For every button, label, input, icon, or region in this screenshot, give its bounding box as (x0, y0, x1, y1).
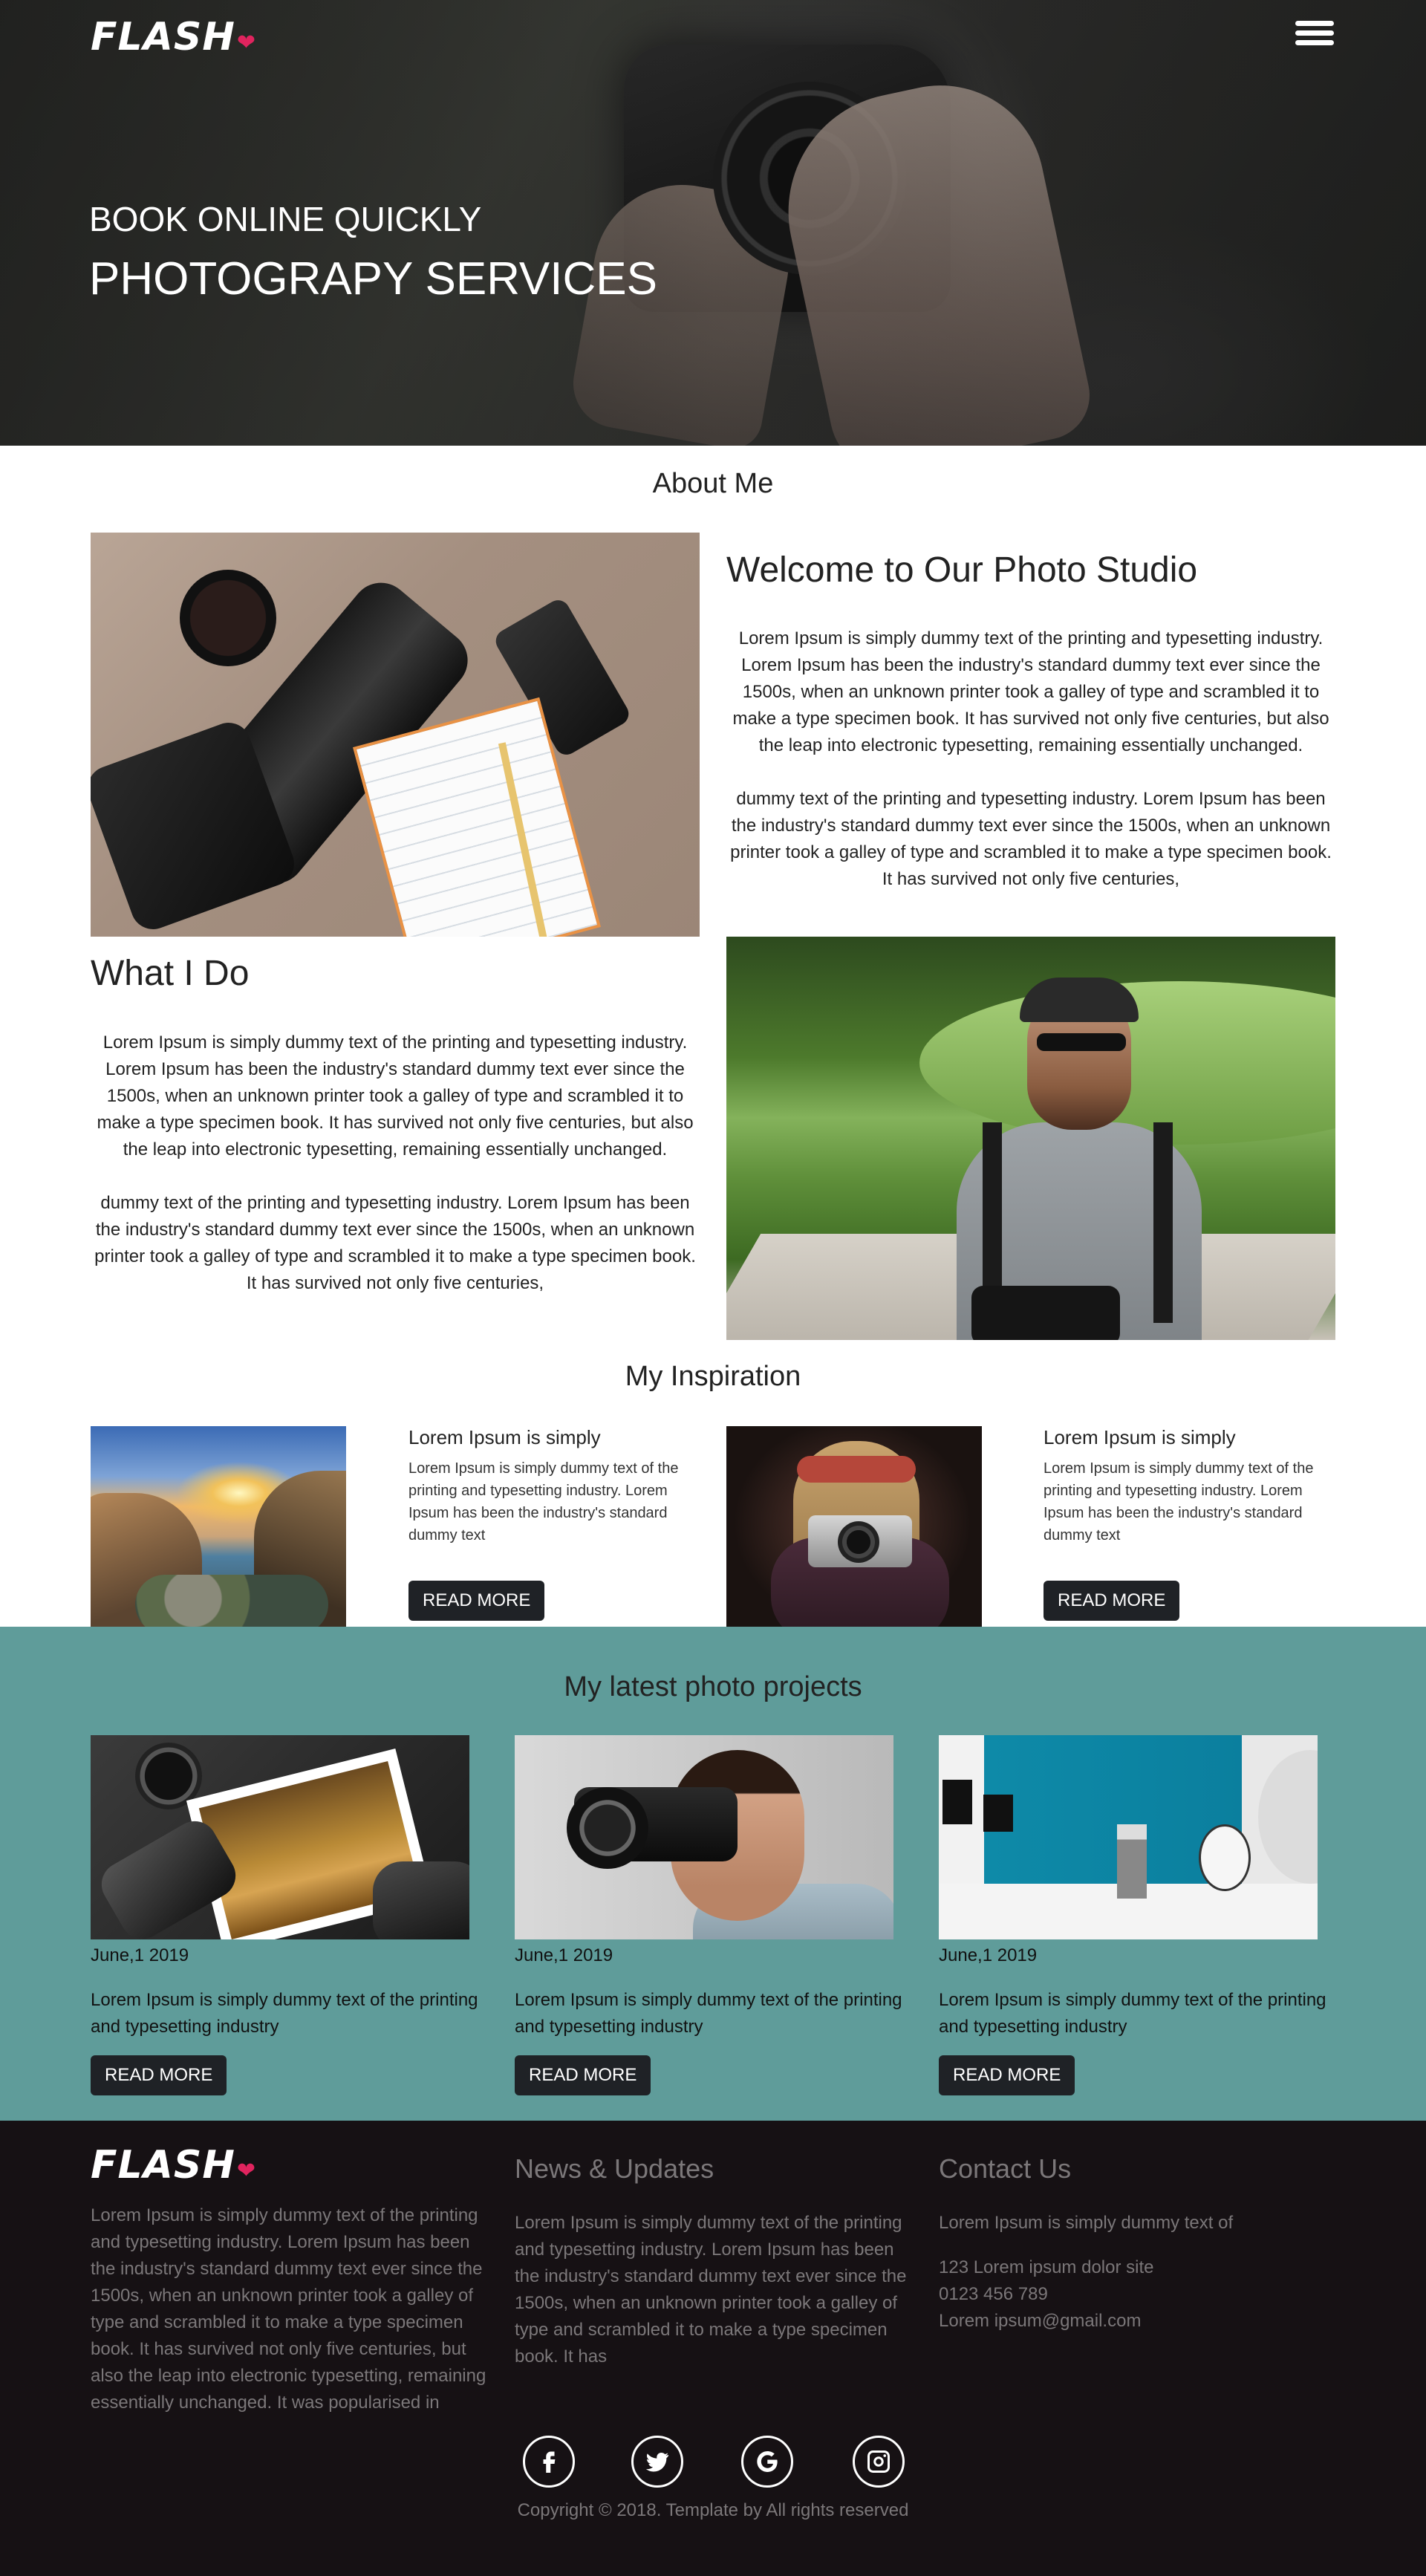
logo-text: FLASH (91, 2143, 235, 2188)
project-photo-photographer (515, 1735, 893, 1939)
project-photo-lenses (91, 1735, 469, 1939)
photographer-man-photo (726, 937, 1335, 1340)
project-text: Lorem Ipsum is simply dummy text of the … (939, 1990, 1326, 2037)
news-text: Lorem Ipsum is simply dummy text of the … (515, 2213, 907, 2367)
welcome-paragraph-2: dummy text of the printing and typesetti… (730, 789, 1332, 889)
contact-email[interactable]: Lorem ipsum@gmail.com (939, 2308, 1141, 2335)
project-date: June,1 2019 (939, 1945, 1038, 1965)
heart-icon: ❤ (236, 30, 257, 56)
twitter-icon[interactable] (631, 2436, 683, 2488)
project-read-more-button[interactable]: READ MORE (515, 2055, 651, 2095)
project-date: June,1 2019 (515, 1945, 613, 1965)
project-read-more-button[interactable]: READ MORE (91, 2055, 227, 2095)
project-date: June,1 2019 (91, 1945, 189, 1965)
welcome-paragraph-1: Lorem Ipsum is simply dummy text of the … (732, 628, 1329, 755)
projects-section: My latest photo projects June,1 2019 Lor… (0, 1627, 1426, 2121)
hamburger-menu-icon[interactable] (1295, 21, 1334, 52)
footer-logo[interactable]: FLASH❤ (91, 2143, 256, 2188)
contact-phone: 0123 456 789 (939, 2284, 1048, 2304)
logo-text: FLASH (91, 15, 235, 59)
inspiration-read-more-button[interactable]: READ MORE (408, 1581, 545, 1621)
facebook-icon[interactable] (523, 2436, 575, 2488)
inspiration-item-heading: Lorem Ipsum is simply (1044, 1426, 1236, 1448)
coast-sunset-photo (91, 1426, 346, 1627)
heart-icon: ❤ (236, 2158, 257, 2184)
projects-section-title: My latest photo projects (564, 1671, 862, 1702)
project-photo-studio (939, 1735, 1318, 1939)
hero-banner: FLASH❤ BOOK ONLINE QUICKLY PHOTOGRAPY SE… (0, 0, 1426, 446)
google-icon[interactable] (741, 2436, 793, 2488)
contact-title: Contact Us (939, 2153, 1072, 2184)
project-text: Lorem Ipsum is simply dummy text of the … (515, 1990, 902, 2037)
copyright-text: Copyright © 2018. Template by All rights… (517, 2500, 909, 2520)
footer-about-text: Lorem Ipsum is simply dummy text of the … (91, 2205, 486, 2413)
hero-title: PHOTOGRAPY SERVICES (89, 253, 657, 305)
project-text: Lorem Ipsum is simply dummy text of the … (91, 1990, 478, 2037)
what-i-do-title: What I Do (91, 954, 250, 993)
inspiration-item-text: Lorem Ipsum is simply dummy text of the … (408, 1460, 679, 1544)
desk-camera-photo (91, 533, 700, 937)
inspiration-item-heading: Lorem Ipsum is simply (408, 1426, 601, 1448)
project-read-more-button[interactable]: READ MORE (939, 2055, 1075, 2095)
instagram-icon[interactable] (853, 2436, 905, 2488)
girl-camera-photo (726, 1426, 982, 1627)
inspiration-section-title: My Inspiration (625, 1361, 801, 1392)
what-i-do-paragraph-2: dummy text of the printing and typesetti… (94, 1193, 696, 1293)
contact-address: 123 Lorem ipsum dolor site (939, 2257, 1154, 2277)
contact-intro: Lorem Ipsum is simply dummy text of (939, 2213, 1234, 2233)
site-logo[interactable]: FLASH❤ (91, 15, 256, 59)
welcome-title: Welcome to Our Photo Studio (726, 550, 1198, 590)
news-title: News & Updates (515, 2153, 714, 2184)
hero-subtitle: BOOK ONLINE QUICKLY (89, 200, 482, 238)
inspiration-read-more-button[interactable]: READ MORE (1044, 1581, 1180, 1621)
about-section-title: About Me (652, 468, 774, 499)
what-i-do-paragraph-1: Lorem Ipsum is simply dummy text of the … (97, 1032, 694, 1159)
inspiration-item-text: Lorem Ipsum is simply dummy text of the … (1044, 1460, 1314, 1544)
